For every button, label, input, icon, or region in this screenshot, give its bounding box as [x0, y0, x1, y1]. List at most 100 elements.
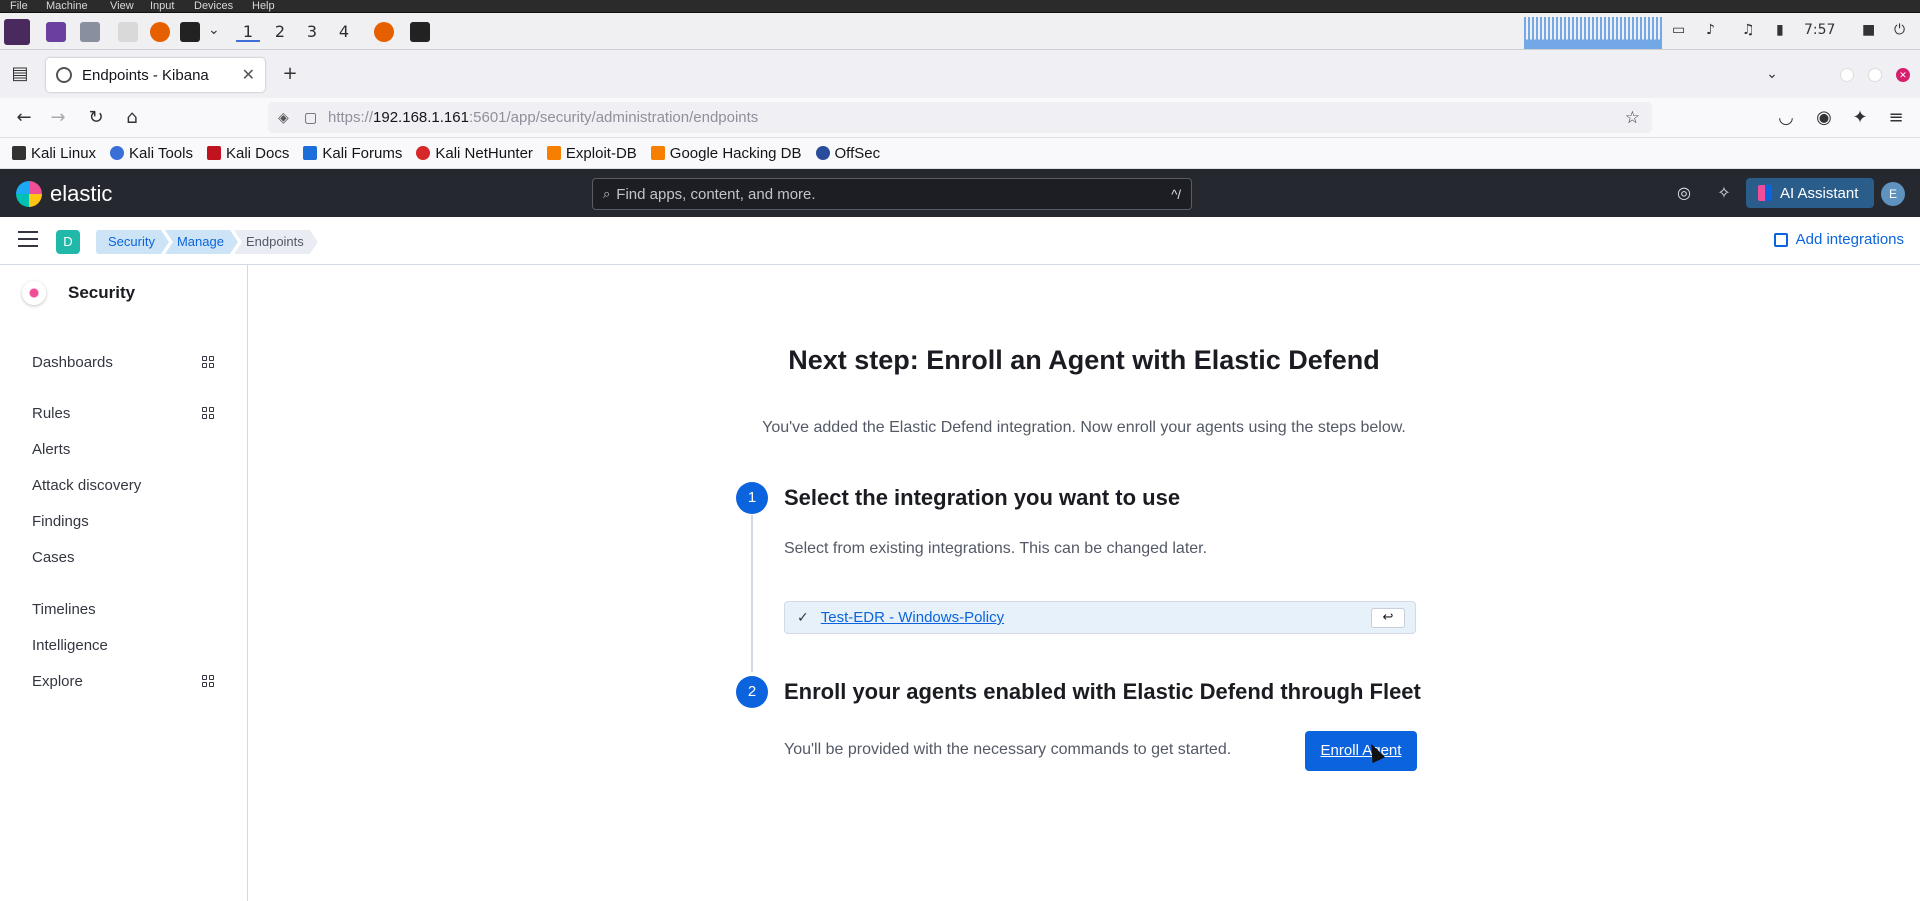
display-icon[interactable]: ▭ — [1672, 22, 1685, 38]
sidebar-item-dashboards[interactable]: Dashboards — [32, 354, 113, 371]
browser-tabbar: ▤ Endpoints - Kibana ✕ + ⌄ ✕ — [0, 50, 1920, 98]
sidebar-item-findings[interactable]: Findings — [32, 513, 89, 530]
help-icon[interactable]: ◎ — [1674, 183, 1694, 203]
url-bar[interactable]: ◈ ▢ https://192.168.1.161:5601/app/secur… — [268, 102, 1652, 133]
rules-panel-icon[interactable] — [202, 407, 214, 419]
bookmark-kali-linux[interactable]: Kali Linux — [12, 145, 96, 162]
breadcrumb-endpoints: Endpoints — [234, 230, 318, 254]
sidebar-title[interactable]: Security — [22, 281, 135, 305]
main-content: Next step: Enroll an Agent with Elastic … — [248, 265, 1920, 901]
host-menu-input[interactable]: Input — [150, 0, 174, 12]
shield-icon[interactable]: ◈ — [278, 109, 289, 126]
host-menubar: File Machine View Input Devices Help — [0, 0, 1920, 13]
host-menu-devices[interactable]: Devices — [194, 0, 233, 12]
close-window-icon[interactable]: ✕ — [1896, 68, 1910, 82]
elastic-wordmark: elastic — [50, 181, 113, 206]
sidebar-item-intelligence[interactable]: Intelligence — [32, 637, 108, 654]
bookmark-kali-tools[interactable]: Kali Tools — [110, 145, 193, 162]
ai-assistant-button[interactable]: AI Assistant — [1746, 178, 1874, 208]
enroll-agent-button[interactable]: Enroll Agent — [1305, 731, 1417, 771]
sidebar-item-explore[interactable]: Explore — [32, 673, 83, 690]
browser-tab-active[interactable]: Endpoints - Kibana ✕ — [46, 58, 265, 92]
bookmark-star-icon[interactable]: ☆ — [1625, 108, 1640, 128]
text-editor-icon[interactable] — [118, 22, 138, 42]
bookmark-kali-nethunter[interactable]: Kali NetHunter — [416, 145, 533, 162]
add-integrations-link[interactable]: Add integrations — [1773, 231, 1904, 248]
list-all-tabs-icon[interactable]: ⌄ — [1760, 62, 1784, 86]
bookmark-exploit-db[interactable]: Exploit-DB — [546, 145, 637, 162]
news-feed-icon[interactable]: ✧ — [1714, 183, 1734, 203]
workspace-4[interactable]: 4 — [332, 22, 356, 42]
power-icon[interactable]: ⏻ — [1894, 22, 1905, 38]
user-avatar[interactable]: E — [1881, 182, 1905, 206]
new-tab-icon[interactable]: + — [278, 62, 302, 86]
integrations-icon — [1773, 232, 1788, 247]
firefox-window-icon[interactable] — [374, 22, 394, 42]
lock-icon[interactable]: ▢ — [304, 109, 317, 126]
terminal-icon[interactable] — [180, 22, 200, 42]
bell-icon[interactable]: ♫ — [1742, 22, 1755, 38]
space-avatar[interactable]: D — [56, 230, 80, 254]
host-menu-view[interactable]: View — [110, 0, 134, 12]
maximize-window-icon[interactable] — [1868, 68, 1882, 82]
ai-assistant-icon — [1758, 185, 1772, 201]
workspace-3[interactable]: 3 — [300, 22, 324, 42]
cpu-graph — [1524, 17, 1662, 49]
sidebar-item-cases[interactable]: Cases — [32, 549, 75, 566]
terminal-window-icon[interactable] — [410, 22, 430, 42]
sidebar-item-alerts[interactable]: Alerts — [32, 441, 70, 458]
workspace-1[interactable]: 1 — [236, 22, 260, 42]
url-path: :5601/app/security/administration/endpoi… — [468, 109, 759, 126]
step-1-title: Select the integration you want to use — [784, 485, 1181, 510]
lock-icon[interactable]: ■ — [1862, 22, 1875, 38]
sidebar-item-attack-discovery[interactable]: Attack discovery — [32, 477, 141, 494]
reload-icon[interactable]: ↻ — [84, 106, 108, 130]
global-search-input[interactable]: ⌕ Find apps, content, and more. ^/ — [592, 178, 1192, 210]
bookmark-google-hacking-db[interactable]: Google Hacking DB — [650, 145, 802, 162]
elastic-logo[interactable]: elastic — [16, 181, 112, 207]
firefox-launcher-icon[interactable] — [150, 22, 170, 42]
minimize-window-icon[interactable] — [1840, 68, 1854, 82]
bookmark-kali-docs[interactable]: Kali Docs — [206, 145, 289, 162]
step-1-number: 1 — [736, 482, 768, 514]
menu-icon[interactable]: ≡ — [1884, 106, 1908, 130]
bookmark-offsec[interactable]: OffSec — [815, 145, 880, 162]
files-launcher-icon[interactable] — [80, 22, 100, 42]
extensions-icon[interactable]: ✦ — [1848, 106, 1872, 130]
close-tab-icon[interactable]: ✕ — [242, 65, 255, 85]
breadcrumb-bar: D Security Manage Endpoints Add integrat… — [0, 217, 1920, 265]
selected-policy-link[interactable]: Test-EDR - Windows-Policy — [821, 609, 1004, 626]
host-menu-help[interactable]: Help — [252, 0, 275, 12]
terminal-launcher-icon[interactable] — [46, 22, 66, 42]
explore-panel-icon[interactable] — [202, 675, 214, 687]
kibana-header: elastic ⌕ Find apps, content, and more. … — [0, 169, 1920, 217]
sidebar-item-rules[interactable]: Rules — [32, 405, 70, 422]
add-integrations-label: Add integrations — [1795, 231, 1904, 248]
sidebar-title-label: Security — [68, 283, 136, 302]
workspace-2[interactable]: 2 — [268, 22, 292, 42]
host-menu-machine[interactable]: Machine — [46, 0, 88, 12]
dashboards-panel-icon[interactable] — [202, 356, 214, 368]
back-icon[interactable]: ← — [12, 106, 36, 130]
page-title: Next step: Enroll an Agent with Elastic … — [788, 345, 1380, 375]
forward-icon[interactable]: → — [46, 106, 70, 130]
hamburger-menu-icon[interactable] — [18, 231, 38, 249]
url-scheme: https:// — [328, 109, 374, 126]
account-icon[interactable]: ◉ — [1812, 106, 1836, 130]
sidebar-item-timelines[interactable]: Timelines — [32, 601, 96, 618]
tab-list-icon[interactable]: ▤ — [8, 62, 32, 86]
host-menu-file[interactable]: File — [10, 0, 28, 12]
chevron-down-icon[interactable]: ⌄ — [208, 22, 220, 38]
bookmark-kali-forums[interactable]: Kali Forums — [303, 145, 402, 162]
breadcrumb-manage[interactable]: Manage — [165, 230, 238, 254]
breadcrumb-security[interactable]: Security — [96, 230, 169, 254]
pocket-icon[interactable]: ◡ — [1774, 106, 1798, 130]
check-icon: ✓ — [797, 609, 809, 626]
kali-menu-icon[interactable] — [4, 19, 30, 45]
return-key-icon: ↩ — [1371, 607, 1405, 628]
integration-policy-selector[interactable]: ✓ Test-EDR - Windows-Policy ↩ — [784, 601, 1416, 634]
volume-icon[interactable]: ♪ — [1706, 22, 1715, 38]
breadcrumb: Security Manage Endpoints — [96, 230, 314, 254]
security-sidebar: Security Dashboards Rules Alerts Attack … — [0, 265, 248, 901]
home-icon[interactable]: ⌂ — [120, 106, 144, 130]
